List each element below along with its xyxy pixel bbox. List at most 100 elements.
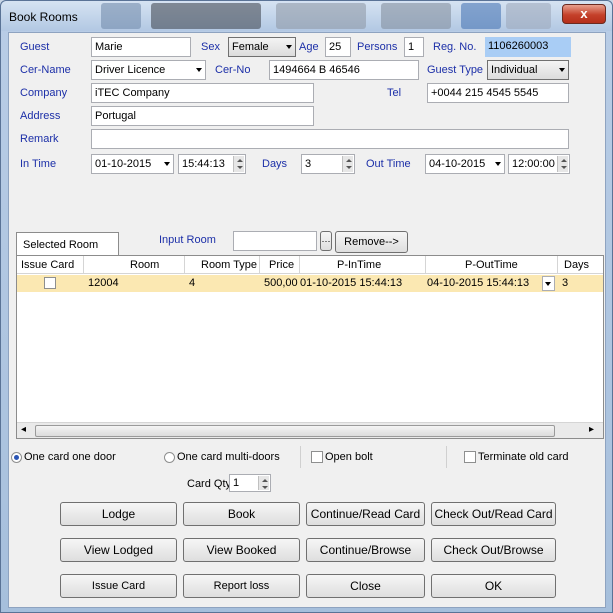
spinner-icon[interactable] <box>557 156 568 172</box>
ellipsis-icon: ⋯ <box>321 236 331 246</box>
selected-rooms-grid: Issue Card Room Room Type Price P-InTime… <box>16 255 604 439</box>
cer-no-input[interactable]: 1494664 B 46546 <box>269 60 419 80</box>
report-loss-button[interactable]: Report loss <box>183 574 300 598</box>
chevron-down-icon <box>164 162 170 166</box>
remove-button[interactable]: Remove--> <box>335 231 408 253</box>
continue-browse-button[interactable]: Continue/Browse <box>306 538 425 562</box>
divider <box>446 446 447 468</box>
scroll-right-icon[interactable]: ▸ <box>589 424 594 435</box>
out-time-time-picker[interactable]: 12:00:00 <box>508 154 570 174</box>
view-lodged-button[interactable]: View Lodged <box>60 538 177 562</box>
in-time-date-picker[interactable]: 01-10-2015 <box>91 154 174 174</box>
persons-input[interactable]: 1 <box>404 37 424 57</box>
column-header-price[interactable]: Price <box>269 259 294 271</box>
divider <box>300 446 301 468</box>
check-out-read-card-button[interactable]: Check Out/Read Card <box>431 502 556 526</box>
out-time-label: Out Time <box>366 158 411 170</box>
one-card-one-door-label[interactable]: One card one door <box>24 451 116 463</box>
column-header-issue-card[interactable]: Issue Card <box>21 259 74 271</box>
book-button[interactable]: Book <box>183 502 300 526</box>
scroll-left-icon[interactable]: ◂ <box>21 424 26 435</box>
remark-input[interactable] <box>91 129 569 149</box>
terminate-old-card-checkbox[interactable] <box>464 451 476 463</box>
column-header-room-type[interactable]: Room Type <box>201 259 257 271</box>
cell-room: 12004 <box>88 277 119 289</box>
days-stepper[interactable]: 3 <box>301 154 355 174</box>
issue-card-button[interactable]: Issue Card <box>60 574 177 598</box>
company-label: Company <box>20 87 68 99</box>
chevron-down-icon <box>286 45 292 49</box>
open-bolt-label[interactable]: Open bolt <box>325 451 373 463</box>
column-header-room[interactable]: Room <box>130 259 159 271</box>
cer-name-select[interactable]: Driver Licence <box>91 60 206 80</box>
terminate-old-card-label[interactable]: Terminate old card <box>478 451 569 463</box>
tel-label: Tel <box>387 87 402 99</box>
dialog-body: Guest Marie Sex Female Age 25 Persons 1 … <box>8 32 606 608</box>
window-title: Book Rooms <box>9 10 78 24</box>
column-header-p-outtime[interactable]: P-OutTime <box>465 259 518 271</box>
company-input[interactable]: iTEC Company <box>91 83 314 103</box>
guest-input[interactable]: Marie <box>91 37 191 57</box>
ok-button[interactable]: OK <box>431 574 556 598</box>
one-card-multi-doors-label[interactable]: One card multi-doors <box>177 451 280 463</box>
in-time-time-value: 15:44:13 <box>182 158 225 170</box>
remark-label: Remark <box>20 133 59 145</box>
spinner-icon[interactable] <box>342 156 353 172</box>
chevron-down-icon <box>559 68 565 72</box>
browse-room-button[interactable]: ⋯ <box>320 231 332 251</box>
issue-card-checkbox[interactable] <box>44 277 56 289</box>
title-bar[interactable]: Book Rooms x <box>1 1 612 31</box>
guest-type-select-value: Individual <box>491 64 538 76</box>
p-outtime-dropdown[interactable] <box>542 276 555 291</box>
card-qty-label: Card Qty <box>187 478 232 490</box>
cell-p-intime: 01-10-2015 15:44:13 <box>300 277 403 289</box>
lodge-button[interactable]: Lodge <box>60 502 177 526</box>
card-qty-stepper[interactable]: 1 <box>229 474 271 492</box>
in-time-date-value: 01-10-2015 <box>95 158 152 170</box>
tab-selected-room[interactable]: Selected Room <box>16 232 119 256</box>
column-header-days[interactable]: Days <box>564 259 589 271</box>
sex-label: Sex <box>201 41 220 53</box>
close-button[interactable]: Close <box>306 574 425 598</box>
in-time-time-picker[interactable]: 15:44:13 <box>178 154 246 174</box>
age-label: Age <box>299 41 319 53</box>
cell-price: 500,00 <box>264 277 298 289</box>
grid-header: Issue Card Room Room Type Price P-InTime… <box>17 256 603 274</box>
days-label: Days <box>262 158 288 170</box>
continue-read-card-button[interactable]: Continue/Read Card <box>306 502 425 526</box>
cell-days: 3 <box>562 277 569 289</box>
input-room-input[interactable] <box>233 231 317 251</box>
spinner-icon[interactable] <box>258 476 269 490</box>
check-out-browse-button[interactable]: Check Out/Browse <box>431 538 556 562</box>
input-room-label: Input Room <box>159 234 216 246</box>
one-card-multi-doors-radio[interactable] <box>164 452 175 463</box>
horizontal-scrollbar[interactable]: ◂ ▸ <box>17 422 603 438</box>
reg-no-value[interactable]: 1106260003 <box>485 37 571 57</box>
one-card-one-door-radio[interactable] <box>11 452 22 463</box>
age-input[interactable]: 25 <box>325 37 351 57</box>
close-window-button[interactable]: x <box>562 4 606 24</box>
scrollbar-thumb[interactable] <box>35 425 555 437</box>
sex-select[interactable]: Female <box>228 37 296 57</box>
column-header-p-intime[interactable]: P-InTime <box>337 259 381 271</box>
spinner-icon[interactable] <box>233 156 244 172</box>
persons-label: Persons <box>357 41 398 53</box>
chevron-down-icon <box>196 68 202 72</box>
in-time-label: In Time <box>20 158 57 170</box>
open-bolt-checkbox[interactable] <box>311 451 323 463</box>
cer-name-label: Cer-Name <box>20 64 71 76</box>
tel-input[interactable]: +0044 215 4545 5545 <box>427 83 569 103</box>
chevron-down-icon <box>495 162 501 166</box>
reg-no-label: Reg. No. <box>433 41 477 53</box>
out-time-date-picker[interactable]: 04-10-2015 <box>425 154 505 174</box>
cer-no-label: Cer-No <box>215 64 251 76</box>
address-input[interactable]: Portugal <box>91 106 314 126</box>
days-value: 3 <box>305 158 312 170</box>
chevron-down-icon <box>545 282 551 286</box>
guest-label: Guest <box>20 41 50 53</box>
table-row[interactable]: 12004 4 500,00 01-10-2015 15:44:13 04-10… <box>17 275 603 292</box>
view-booked-button[interactable]: View Booked <box>183 538 300 562</box>
guest-type-select[interactable]: Individual <box>487 60 569 80</box>
close-icon: x <box>580 6 588 21</box>
address-label: Address <box>20 110 61 122</box>
